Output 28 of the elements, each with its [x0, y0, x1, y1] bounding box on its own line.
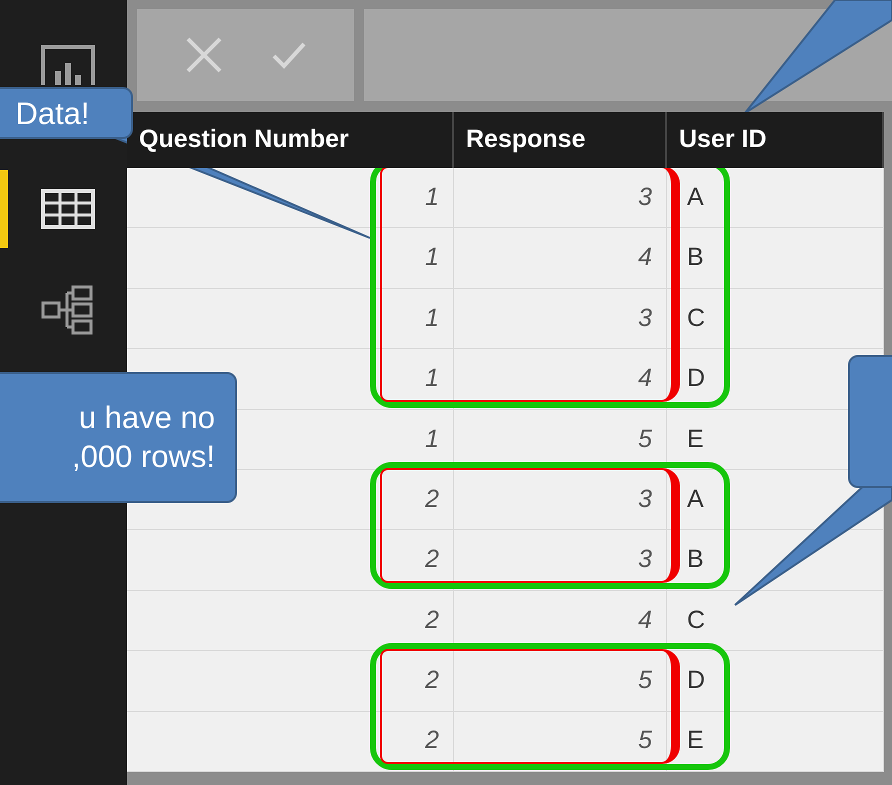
table-cell: 4 — [454, 590, 667, 650]
table-cell: 5 — [454, 651, 667, 711]
table-cell: 2 — [127, 590, 454, 650]
table-cell: 3 — [454, 530, 667, 590]
table-cell: 2 — [127, 530, 454, 590]
table-cell: 3 — [454, 168, 667, 228]
column-header[interactable]: User ID — [679, 121, 767, 159]
table-cell: 4 — [454, 228, 667, 288]
table-cell: 4 — [454, 349, 667, 409]
table-cell: C — [667, 288, 884, 348]
table-cell: E — [667, 712, 884, 771]
table-icon — [40, 189, 94, 229]
table-cell: 2 — [127, 712, 454, 771]
table-cell: 2 — [127, 651, 454, 711]
check-icon[interactable] — [270, 40, 307, 70]
table-cell: B — [667, 228, 884, 288]
table-cell: 1 — [127, 288, 454, 348]
column-header[interactable]: Question Number — [139, 121, 349, 159]
table-cell: 5 — [454, 712, 667, 771]
report-icon — [40, 45, 94, 85]
callout-text: Data! — [15, 94, 90, 132]
model-icon — [40, 285, 94, 335]
table-cell: D — [667, 651, 884, 711]
table-cell: A — [667, 168, 884, 228]
table-cell: 3 — [454, 470, 667, 530]
table-cell: 3 — [454, 288, 667, 348]
column-header[interactable]: Response — [466, 121, 586, 159]
table-cell: 5 — [454, 410, 667, 469]
